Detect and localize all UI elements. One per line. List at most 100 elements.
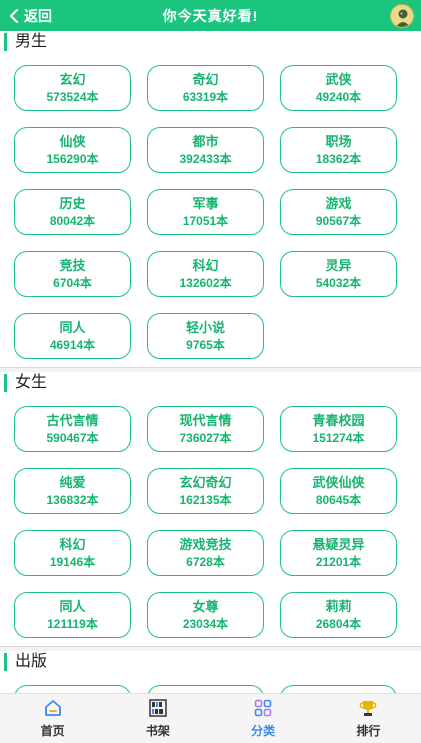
category-count: 6728本 (186, 555, 225, 569)
section-publishing: 出版 (0, 651, 421, 693)
section-accent-bar (4, 33, 7, 51)
section-header: 出版 (0, 651, 421, 673)
category-count: 49240本 (315, 90, 362, 104)
category-item[interactable]: 都市 392433本 (147, 127, 264, 173)
category-count: 63319本 (182, 90, 229, 104)
category-name: 现代言情 (179, 413, 232, 428)
category-count: 736027本 (179, 431, 232, 445)
category-grid: 古代言情 590467本 现代言情 736027本 青春校园 151274本 纯爱 13… (0, 394, 421, 646)
category-item[interactable]: 科幻 132602本 (147, 251, 264, 297)
section-title: 出版 (15, 653, 48, 670)
tab-home[interactable]: 首页 (0, 694, 105, 743)
category-count: 23034本 (182, 617, 229, 631)
section-accent-bar (4, 374, 7, 392)
category-name: 奇幻 (192, 72, 219, 87)
section-female: 女生 古代言情 590467本 现代言情 736027本 青春校园 151274本 纯… (0, 372, 421, 647)
category-content[interactable]: 男生 玄幻 573524本 奇幻 63319本 武侠 49240本 仙侠 156290本… (0, 31, 421, 693)
category-count: 136832本 (46, 493, 99, 507)
category-item[interactable]: 女尊 23034本 (147, 592, 264, 638)
bottom-tab-bar: 首页 书架 分类 排行 (0, 693, 421, 743)
category-name: 悬疑灵异 (312, 537, 365, 552)
category-item[interactable] (280, 685, 397, 693)
category-count: 26804本 (315, 617, 362, 631)
tab-category[interactable]: 分类 (211, 694, 316, 743)
category-item[interactable]: 同人 46914本 (14, 313, 131, 359)
category-name: 仙侠 (59, 134, 86, 149)
home-icon (44, 700, 61, 716)
category-name: 科幻 (59, 537, 86, 552)
category-item[interactable]: 武侠 49240本 (280, 65, 397, 111)
category-item[interactable] (147, 685, 264, 693)
category-item[interactable]: 现代言情 736027本 (147, 406, 264, 452)
tab-label: 首页 (40, 724, 65, 738)
category-item[interactable]: 青春校园 151274本 (280, 406, 397, 452)
category-name: 灵异 (325, 258, 352, 273)
category-name: 古代言情 (46, 413, 99, 428)
category-count: 21201本 (315, 555, 362, 569)
section-male: 男生 玄幻 573524本 奇幻 63319本 武侠 49240本 仙侠 156290本… (0, 31, 421, 368)
category-item[interactable] (14, 685, 131, 693)
category-name: 军事 (192, 196, 219, 211)
category-item[interactable]: 竞技 6704本 (14, 251, 131, 297)
category-item[interactable]: 同人 121119本 (14, 592, 131, 638)
category-name: 职场 (325, 134, 352, 149)
bookshelf-icon (149, 699, 167, 717)
category-item[interactable]: 科幻 19146本 (14, 530, 131, 576)
tab-ranking[interactable]: 排行 (316, 694, 421, 743)
tab-label: 书架 (145, 724, 170, 738)
category-item[interactable]: 纯爱 136832本 (14, 468, 131, 514)
category-item[interactable]: 游戏竞技 6728本 (147, 530, 264, 576)
category-name: 历史 (59, 196, 86, 211)
category-item[interactable]: 灵异 54032本 (280, 251, 397, 297)
category-item[interactable]: 古代言情 590467本 (14, 406, 131, 452)
category-name: 同人 (59, 320, 86, 335)
category-count: 121119本 (47, 617, 98, 631)
category-name: 武侠 (325, 72, 352, 87)
category-name: 莉莉 (325, 599, 352, 614)
category-name: 武侠仙侠 (312, 475, 365, 490)
category-name: 玄幻 (59, 72, 86, 87)
category-count: 80645本 (315, 493, 362, 507)
category-item[interactable]: 武侠仙侠 80645本 (280, 468, 397, 514)
category-name: 青春校园 (312, 413, 365, 428)
top-bar: 返回 你今天真好看! (0, 0, 421, 31)
category-item[interactable]: 游戏 90567本 (280, 189, 397, 235)
avatar[interactable] (390, 4, 414, 28)
trophy-icon (360, 701, 377, 716)
category-item[interactable]: 悬疑灵异 21201本 (280, 530, 397, 576)
category-name: 同人 (59, 599, 86, 614)
category-name: 竞技 (59, 258, 86, 273)
tab-bookshelf[interactable]: 书架 (105, 694, 210, 743)
category-name: 都市 (192, 134, 219, 149)
category-count: 573524本 (46, 90, 99, 104)
category-count: 162135本 (179, 493, 232, 507)
category-count: 80042本 (49, 214, 96, 228)
category-count: 392433本 (179, 152, 232, 166)
category-name: 轻小说 (185, 320, 225, 335)
category-name: 纯爱 (59, 475, 86, 490)
category-item[interactable]: 职场 18362本 (280, 127, 397, 173)
category-count: 590467本 (46, 431, 99, 445)
section-header: 女生 (0, 372, 421, 394)
category-count: 46914本 (49, 338, 96, 352)
category-item[interactable]: 玄幻 573524本 (14, 65, 131, 111)
category-item[interactable]: 莉莉 26804本 (280, 592, 397, 638)
section-accent-bar (4, 653, 7, 671)
category-count: 19146本 (49, 555, 96, 569)
category-count: 18362本 (315, 152, 362, 166)
category-count: 17051本 (182, 214, 229, 228)
tab-label: 排行 (356, 724, 381, 738)
category-item[interactable]: 奇幻 63319本 (147, 65, 264, 111)
category-count: 151274本 (312, 431, 365, 445)
category-name: 科幻 (192, 258, 219, 273)
category-item[interactable]: 玄幻奇幻 162135本 (147, 468, 264, 514)
category-item[interactable]: 军事 17051本 (147, 189, 264, 235)
category-item[interactable]: 历史 80042本 (14, 189, 131, 235)
page-title: 你今天真好看! (162, 8, 259, 24)
category-item[interactable]: 轻小说 9765本 (147, 313, 264, 359)
category-count: 132602本 (179, 276, 232, 290)
category-count: 6704本 (53, 276, 92, 290)
category-name: 游戏竞技 (179, 537, 232, 552)
category-item[interactable]: 仙侠 156290本 (14, 127, 131, 173)
section-title: 男生 (15, 33, 48, 50)
